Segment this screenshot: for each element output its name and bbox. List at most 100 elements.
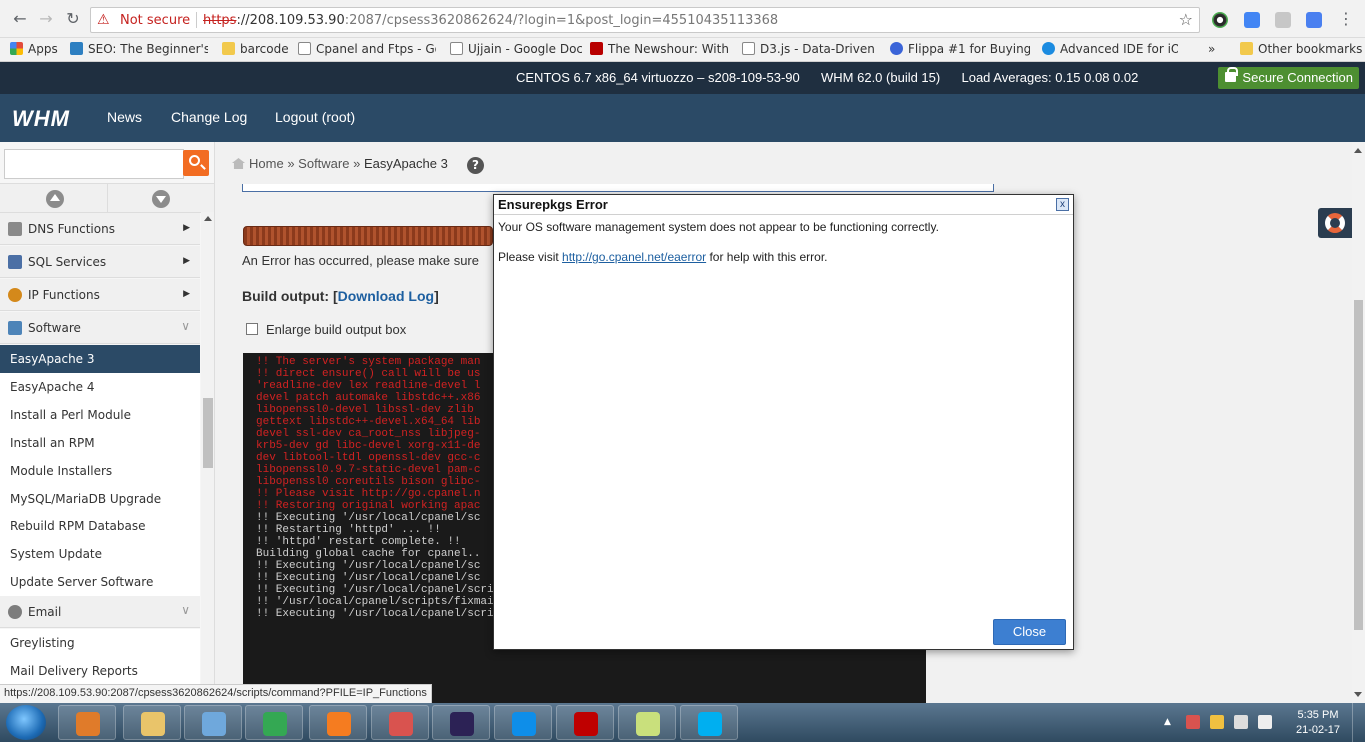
bookmark-item[interactable]: Ujjain - Google Docs: [450, 42, 582, 56]
expand-arrow-icon: ▶: [183, 289, 190, 299]
search-input[interactable]: [4, 149, 184, 179]
taskbar-app[interactable]: [245, 705, 303, 740]
sidebar-item-install-perl-module[interactable]: Install a Perl Module: [0, 401, 200, 429]
scrollbar-thumb[interactable]: [203, 398, 213, 468]
support-icon[interactable]: [1318, 208, 1352, 238]
scroll-up-arrow-icon[interactable]: [1354, 148, 1362, 153]
nav-news[interactable]: News: [107, 109, 142, 125]
sidebar-item-install-rpm[interactable]: Install an RPM: [0, 429, 200, 457]
tray-expand-icon[interactable]: ▲: [1164, 717, 1171, 727]
sidebar-category-dns-functions[interactable]: DNS Functions ▶: [0, 213, 200, 245]
bookmark-item[interactable]: Cpanel and Ftps - Goo: [298, 42, 436, 56]
action-center-icon[interactable]: [1210, 715, 1224, 729]
taskbar-app[interactable]: [618, 705, 676, 740]
bookmark-item[interactable]: D3.js - Data-Driven Do: [742, 42, 878, 56]
breadcrumb-home[interactable]: Home: [249, 156, 284, 171]
enlarge-checkbox[interactable]: [246, 323, 258, 335]
sidebar-item-mysql-upgrade[interactable]: MySQL/MariaDB Upgrade: [0, 485, 200, 513]
taskbar-app[interactable]: [123, 705, 181, 740]
sidebar-item-easyapache-4[interactable]: EasyApache 4: [0, 373, 200, 401]
enlarge-output-option[interactable]: Enlarge build output box: [246, 322, 406, 337]
scroll-up-arrow-icon[interactable]: [204, 216, 212, 221]
dialog-title: Ensurepkgs Error: [498, 197, 608, 212]
media-player-icon: [76, 712, 100, 736]
taskbar-app[interactable]: [556, 705, 614, 740]
error-message: An Error has occurred, please make sure: [242, 253, 479, 268]
sidebar-scrollbar[interactable]: [201, 212, 214, 684]
sidebar-category-email[interactable]: Email ∨: [0, 596, 200, 628]
bookmark-item[interactable]: Apps: [10, 42, 58, 56]
breadcrumb-software[interactable]: Software: [298, 156, 349, 171]
scroll-down-icon[interactable]: [152, 190, 170, 208]
sidebar-category-software[interactable]: Software ∨: [0, 312, 200, 344]
nav-logout[interactable]: Logout (root): [275, 109, 355, 125]
sidebar-category-ip-functions[interactable]: IP Functions ▶: [0, 279, 200, 311]
lifebuoy-icon: [1325, 213, 1345, 233]
nav-change-log[interactable]: Change Log: [171, 109, 247, 125]
sidebar-category-sql-services[interactable]: SQL Services ▶: [0, 246, 200, 278]
scroll-up-icon[interactable]: [46, 190, 64, 208]
network-warning-icon[interactable]: [1186, 715, 1200, 729]
help-icon[interactable]: ?: [467, 157, 484, 174]
eclipse-icon: [450, 712, 474, 736]
translate-extension-icon[interactable]: [1306, 12, 1322, 28]
whm-logo[interactable]: WHM: [12, 106, 70, 132]
home-icon: [232, 158, 245, 169]
taskbar-app[interactable]: [494, 705, 552, 740]
more-bookmarks-icon[interactable]: »: [1208, 42, 1215, 56]
volume-icon[interactable]: [1258, 715, 1272, 729]
secure-connection-badge[interactable]: Secure Connection: [1218, 67, 1359, 89]
close-button[interactable]: Close: [993, 619, 1066, 645]
bookmark-item[interactable]: Flippa #1 for Buying a: [890, 42, 1030, 56]
breadcrumb-separator: »: [287, 156, 295, 171]
sidebar-item-system-update[interactable]: System Update: [0, 540, 200, 568]
dialog-help-text: Please visit http://go.cpanel.net/eaerro…: [498, 250, 828, 264]
build-output-label: Build output: [Download Log]: [242, 288, 439, 304]
taskbar-app[interactable]: [371, 705, 429, 740]
download-log-link[interactable]: Download Log: [338, 288, 434, 304]
skype-extension-icon[interactable]: [1275, 12, 1291, 28]
bookmark-item[interactable]: SEO: The Beginner's G: [70, 42, 208, 56]
search-button[interactable]: [183, 150, 209, 176]
back-icon[interactable]: ←: [10, 9, 30, 29]
ip-icon: [8, 288, 22, 302]
bookmark-star-icon[interactable]: ☆: [1179, 10, 1193, 29]
sidebar-item-module-installers[interactable]: Module Installers: [0, 457, 200, 485]
taskbar-app[interactable]: [58, 705, 116, 740]
bookmark-item[interactable]: Advanced IDE for iOS: [1042, 42, 1178, 56]
extension-icon[interactable]: [1212, 12, 1228, 28]
bookmark-item[interactable]: barcode: [222, 42, 289, 56]
show-desktop-button[interactable]: [1352, 703, 1365, 742]
signal-icon[interactable]: [1234, 715, 1248, 729]
sidebar-item-update-server-software[interactable]: Update Server Software: [0, 568, 200, 596]
folder-icon: [222, 42, 235, 55]
sidebar: DNS Functions ▶ SQL Services ▶ IP Function…: [0, 142, 215, 684]
bookmark-item[interactable]: Other bookmarks: [1240, 42, 1362, 56]
taskbar-app[interactable]: [432, 705, 490, 740]
eaerror-link[interactable]: http://go.cpanel.net/eaerror: [562, 250, 706, 264]
close-icon[interactable]: x: [1056, 198, 1069, 211]
reload-icon[interactable]: ↻: [63, 9, 83, 29]
page-scrollbar[interactable]: [1352, 142, 1365, 703]
bookmark-item[interactable]: The Newshour: With A: [590, 42, 728, 56]
address-bar[interactable]: ⚠ Not secure https://208.109.53.90:2087/…: [90, 7, 1200, 33]
start-button[interactable]: [6, 705, 46, 740]
filezilla-icon: [574, 712, 598, 736]
taskbar-app[interactable]: [309, 705, 367, 740]
taskbar-app[interactable]: [680, 705, 738, 740]
clock[interactable]: 5:35 PM 21-02-17: [1290, 708, 1346, 738]
sidebar-item-rebuild-rpm-database[interactable]: Rebuild RPM Database: [0, 512, 200, 540]
clock-date: 21-02-17: [1295, 724, 1341, 736]
forward-icon[interactable]: →: [36, 9, 56, 29]
scroll-down-arrow-icon[interactable]: [1354, 692, 1362, 697]
taskbar-app[interactable]: [184, 705, 242, 740]
scrollbar-thumb[interactable]: [1354, 300, 1363, 630]
sidebar-item-mail-delivery-reports[interactable]: Mail Delivery Reports: [0, 657, 200, 684]
whm-version: WHM 62.0 (build 15): [821, 70, 941, 85]
extension-icon[interactable]: [1244, 12, 1260, 28]
load-averages: Load Averages: 0.15 0.08 0.02: [961, 70, 1139, 85]
sidebar-item-greylisting[interactable]: Greylisting: [0, 629, 200, 657]
menu-icon[interactable]: ⋮: [1336, 9, 1356, 29]
sidebar-item-easyapache-3[interactable]: EasyApache 3: [0, 345, 200, 373]
lock-icon: [1225, 67, 1239, 82]
